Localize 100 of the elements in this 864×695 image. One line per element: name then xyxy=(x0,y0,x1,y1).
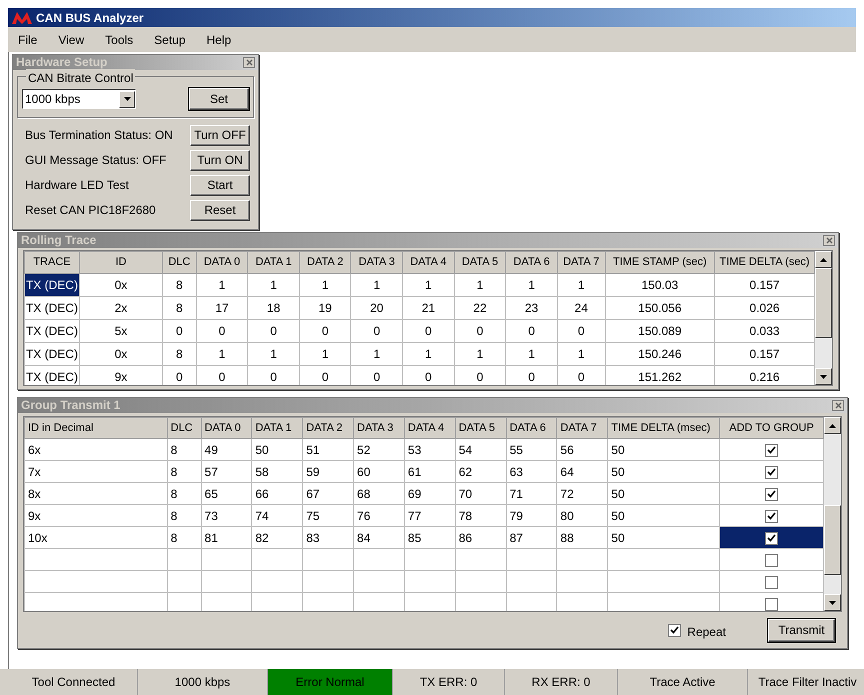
bitrate-dropdown[interactable]: 1000 kbps xyxy=(22,89,136,109)
checkbox[interactable] xyxy=(765,444,778,457)
column-header[interactable]: DATA 2 xyxy=(302,418,354,438)
column-header[interactable]: DATA 6 xyxy=(506,252,558,274)
table-cell: 0 xyxy=(162,366,196,385)
table-cell: 74 xyxy=(252,504,303,526)
checkbox[interactable] xyxy=(765,532,778,545)
scroll-down-icon xyxy=(829,600,836,604)
button[interactable]: Start xyxy=(190,174,250,196)
table-cell: 1 xyxy=(557,274,606,296)
menu-item[interactable]: Tools xyxy=(105,30,134,48)
table-cell: 0 xyxy=(196,366,248,385)
table-cell: 8x xyxy=(24,482,168,504)
table-cell: 1 xyxy=(557,342,606,366)
table-cell: 24 xyxy=(557,296,606,320)
close-button[interactable] xyxy=(243,57,255,68)
table-cell: 69 xyxy=(404,482,456,504)
table-cell: 59 xyxy=(302,460,354,482)
column-header[interactable]: DATA 0 xyxy=(201,418,252,438)
column-header[interactable]: ID xyxy=(79,252,162,274)
table-cell: 20 xyxy=(350,296,403,320)
table-cell: TX (DEC) xyxy=(24,274,80,296)
table-cell[interactable] xyxy=(720,592,824,611)
status-field: Trace Filter Inactiv xyxy=(748,669,864,695)
table-cell: 18 xyxy=(248,296,300,320)
table-cell: 9x xyxy=(24,504,168,526)
column-header[interactable]: DATA 4 xyxy=(404,418,456,438)
column-header[interactable]: DLC xyxy=(167,418,202,438)
column-header[interactable]: DATA 3 xyxy=(354,418,404,438)
column-header[interactable]: DATA 5 xyxy=(455,418,506,438)
column-header[interactable]: DATA 2 xyxy=(299,252,351,274)
table-cell: 10x xyxy=(24,526,168,548)
checkbox[interactable] xyxy=(765,510,778,523)
column-header[interactable]: DATA 4 xyxy=(402,252,454,274)
column-header[interactable]: TRACE xyxy=(24,252,80,274)
column-header[interactable]: DATA 0 xyxy=(196,252,248,274)
table-cell: 0 xyxy=(506,366,558,385)
table-cell: 72 xyxy=(556,482,608,504)
button[interactable]: Turn ON xyxy=(190,150,250,170)
table-cell: 21 xyxy=(402,296,454,320)
checkbox[interactable] xyxy=(668,624,682,636)
column-header[interactable]: DATA 7 xyxy=(557,252,606,274)
table-cell[interactable] xyxy=(720,482,824,504)
column-header[interactable]: TIME DELTA (msec) xyxy=(608,418,720,438)
table-cell: 0.026 xyxy=(714,296,814,320)
table-cell[interactable] xyxy=(720,438,824,460)
table-cell: 1 xyxy=(454,342,506,366)
table-cell: 82 xyxy=(252,526,303,548)
table-cell: 1 xyxy=(506,274,558,296)
scrollbar[interactable] xyxy=(824,417,841,611)
checkbox[interactable] xyxy=(765,576,778,589)
column-header[interactable]: TIME STAMP (sec) xyxy=(605,252,715,274)
scroll-up-icon xyxy=(820,258,827,262)
table-cell[interactable] xyxy=(720,526,824,548)
table-cell: 68 xyxy=(354,482,404,504)
table-cell: 8 xyxy=(167,504,202,526)
column-header[interactable]: DATA 7 xyxy=(556,418,608,438)
column-header[interactable]: TIME DELTA (sec) xyxy=(714,252,814,274)
checkbox[interactable] xyxy=(765,598,778,611)
column-header[interactable]: ID in Decimal xyxy=(24,418,168,438)
menu-item[interactable]: Setup xyxy=(154,30,186,48)
table-cell: 1 xyxy=(454,274,506,296)
table-cell: 1 xyxy=(248,342,300,366)
column-header[interactable]: ADD TO GROUP xyxy=(720,418,824,438)
table-cell: 65 xyxy=(201,482,252,504)
table-cell[interactable] xyxy=(720,460,824,482)
menu-item[interactable]: File xyxy=(18,30,38,48)
table-cell: 50 xyxy=(608,482,720,504)
close-button[interactable] xyxy=(823,235,835,246)
column-header[interactable]: DATA 3 xyxy=(350,252,403,274)
table-cell: 58 xyxy=(252,460,303,482)
table-cell: 150.246 xyxy=(605,342,715,366)
table-cell: 1 xyxy=(402,274,454,296)
table-cell: 85 xyxy=(404,526,456,548)
table-cell[interactable] xyxy=(720,570,824,592)
close-icon xyxy=(246,59,252,66)
column-header[interactable]: DLC xyxy=(162,252,196,274)
table-cell[interactable] xyxy=(720,548,824,570)
checkbox[interactable] xyxy=(765,554,778,567)
button[interactable]: Turn OFF xyxy=(190,124,250,146)
status-field: Error Normal xyxy=(268,669,393,695)
menu-item[interactable]: View xyxy=(58,30,84,48)
table-cell: 71 xyxy=(506,482,557,504)
column-header[interactable]: DATA 1 xyxy=(252,418,303,438)
table-cell: TX (DEC) xyxy=(24,296,80,320)
table-cell: 50 xyxy=(252,438,303,460)
checkbox[interactable] xyxy=(765,488,778,501)
scrollbar[interactable] xyxy=(815,251,832,385)
table-cell[interactable] xyxy=(720,504,824,526)
column-header[interactable]: DATA 6 xyxy=(506,418,557,438)
button[interactable]: Reset xyxy=(190,200,250,220)
button[interactable]: Set xyxy=(189,88,249,110)
checkbox[interactable] xyxy=(765,466,778,479)
menu-item[interactable]: Help xyxy=(206,30,232,48)
button[interactable]: Transmit xyxy=(768,618,835,642)
column-header[interactable]: DATA 1 xyxy=(248,252,300,274)
close-button[interactable] xyxy=(832,400,844,411)
check-icon xyxy=(767,534,776,542)
scroll-up-icon xyxy=(829,424,836,428)
column-header[interactable]: DATA 5 xyxy=(454,252,506,274)
